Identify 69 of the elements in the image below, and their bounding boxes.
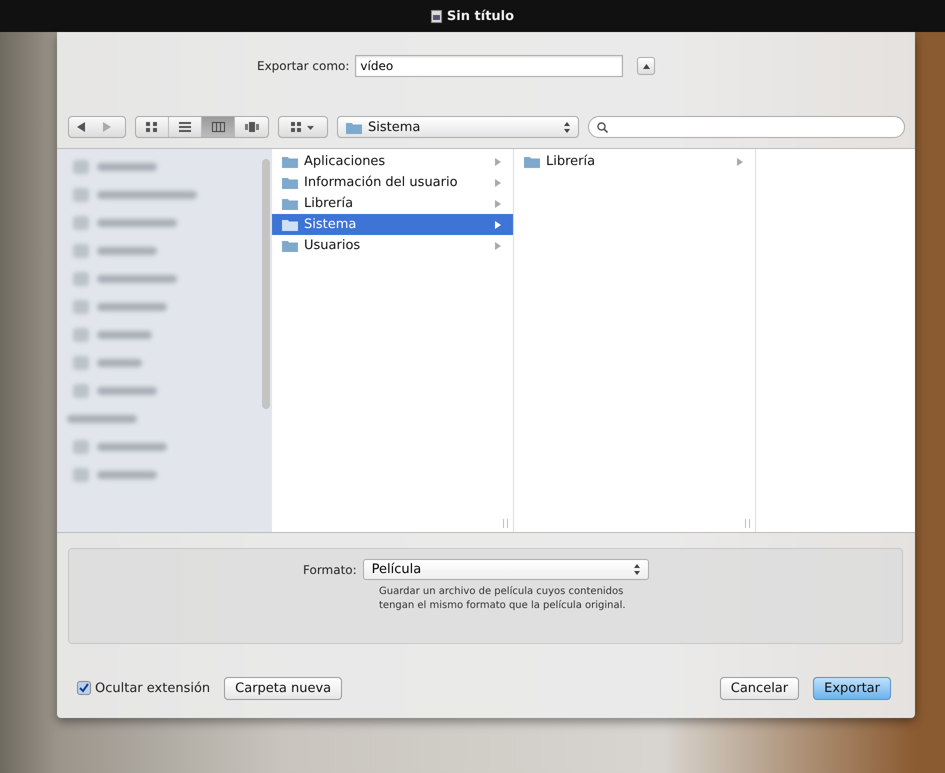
expand-button[interactable] bbox=[637, 57, 656, 75]
blurred-text bbox=[97, 387, 157, 395]
blurred-icon bbox=[73, 384, 89, 398]
blurred-icon bbox=[73, 160, 89, 174]
grid-caret-icon bbox=[291, 122, 315, 132]
folder-icon bbox=[282, 197, 298, 210]
blurred-icon bbox=[73, 328, 89, 342]
format-popup[interactable]: Película bbox=[362, 559, 649, 580]
disclosure-arrow-icon bbox=[495, 200, 501, 208]
caret-up-icon bbox=[642, 64, 650, 68]
blurred-text bbox=[97, 303, 167, 311]
blurred-text bbox=[67, 415, 137, 423]
column-resize-handle[interactable] bbox=[745, 519, 750, 528]
checkmark-icon bbox=[78, 682, 90, 694]
export-as-label: Exportar como: bbox=[257, 59, 350, 73]
hide-extension-label: Ocultar extensión bbox=[95, 680, 210, 696]
format-label: Formato: bbox=[303, 562, 357, 576]
search-icon bbox=[597, 122, 608, 132]
blurred-icon bbox=[73, 272, 89, 286]
blurred-icon bbox=[73, 468, 89, 482]
folder-icon bbox=[282, 155, 298, 168]
blurred-icon bbox=[73, 440, 89, 454]
up-down-arrows-icon bbox=[634, 564, 640, 575]
blurred-text bbox=[97, 359, 142, 367]
blurred-icon bbox=[73, 356, 89, 370]
disclosure-arrow-icon bbox=[495, 242, 501, 250]
blurred-icon bbox=[73, 300, 89, 314]
list-view-icon bbox=[179, 122, 191, 132]
blurred-icon bbox=[73, 216, 89, 230]
icon-view-icon bbox=[146, 122, 158, 132]
folder-icon bbox=[282, 218, 298, 231]
column-view-icon bbox=[212, 122, 224, 132]
disclosure-arrow-icon bbox=[495, 178, 501, 186]
disclosure-arrow-icon bbox=[737, 158, 743, 166]
blurred-text bbox=[97, 443, 167, 451]
arrange-button[interactable] bbox=[278, 116, 328, 138]
folder-row[interactable]: Librería bbox=[272, 193, 513, 214]
blurred-text bbox=[97, 331, 152, 339]
filename-field[interactable]: vídeo bbox=[355, 55, 624, 77]
new-folder-button[interactable]: Carpeta nueva bbox=[224, 676, 342, 700]
cover-flow-icon bbox=[244, 122, 258, 132]
document-icon bbox=[430, 10, 442, 22]
blurred-text bbox=[97, 471, 157, 479]
folder-row[interactable]: Aplicaciones bbox=[272, 151, 513, 172]
folder-row[interactable]: Sistema bbox=[272, 214, 513, 235]
export-button[interactable]: Exportar bbox=[813, 676, 891, 700]
view-mode-button[interactable] bbox=[202, 117, 235, 137]
format-description: Guardar un archivo de película cuyos contenidos tengan el mismo formato que la película original. bbox=[379, 585, 627, 613]
column-resize-handle[interactable] bbox=[503, 519, 508, 528]
cancel-button[interactable]: Cancelar bbox=[720, 676, 800, 700]
blurred-icon bbox=[73, 244, 89, 258]
search-field[interactable] bbox=[588, 116, 905, 138]
back-forward-control[interactable] bbox=[68, 116, 126, 138]
blurred-text bbox=[97, 163, 157, 171]
folder-icon bbox=[346, 120, 362, 134]
blurred-text bbox=[97, 247, 157, 255]
hide-extension-checkbox[interactable] bbox=[77, 681, 91, 695]
blurred-icon bbox=[73, 188, 89, 202]
disclosure-arrow-icon bbox=[495, 220, 501, 228]
folder-icon bbox=[282, 176, 298, 189]
folder-row[interactable]: Información del usuario bbox=[272, 172, 513, 193]
folder-icon bbox=[524, 155, 540, 168]
folder-row[interactable]: Usuarios bbox=[272, 235, 513, 256]
folder-row[interactable]: Librería bbox=[514, 151, 755, 172]
window-title: Sin título bbox=[446, 8, 514, 24]
location-popup[interactable]: Sistema bbox=[337, 116, 579, 138]
folder-icon bbox=[282, 239, 298, 252]
disclosure-arrow-icon bbox=[495, 158, 501, 166]
up-down-arrows-icon bbox=[564, 122, 570, 132]
